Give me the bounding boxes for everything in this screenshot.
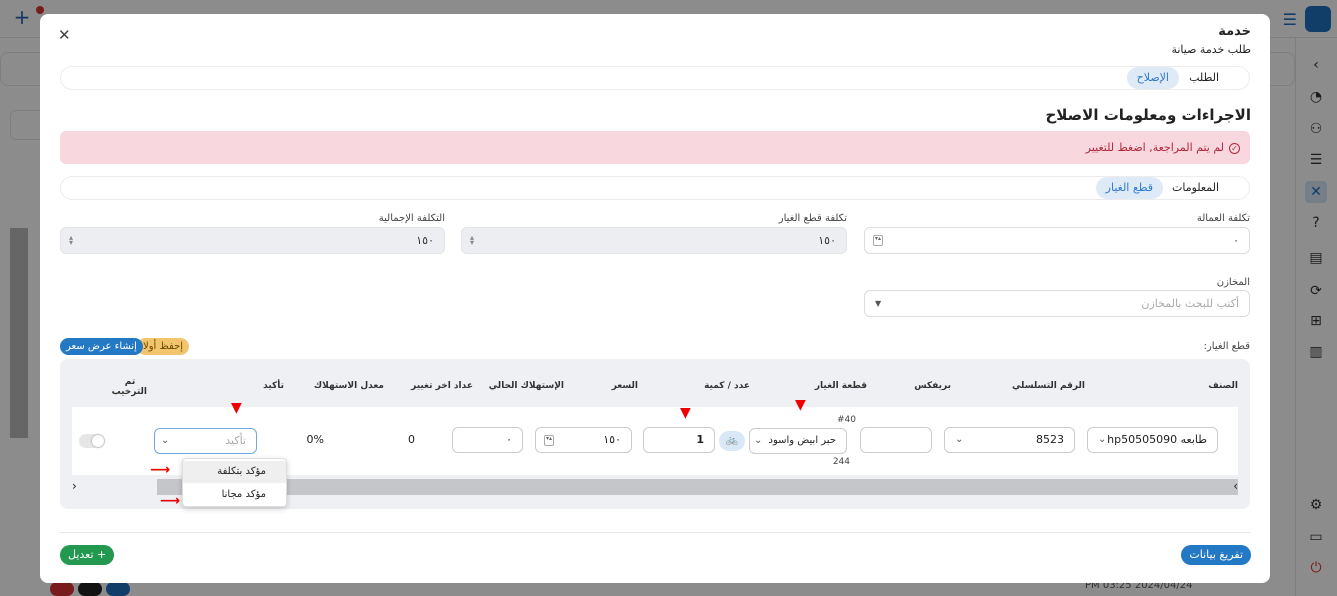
unload-data-button[interactable]: تفريغ بيانات xyxy=(1181,545,1251,565)
edit-button[interactable]: + تعديل xyxy=(60,545,115,565)
footer-divider xyxy=(60,532,1250,533)
modal-subtitle: طلب خدمة صيانة xyxy=(1171,43,1251,56)
service-modal: ✕ خدمة طلب خدمة صيانة الطلب الإصلاح الاج… xyxy=(40,14,1270,583)
prefix-input[interactable] xyxy=(860,427,932,453)
bicycle-icon[interactable]: 🚲 xyxy=(719,431,745,451)
consumption-rate-value: 0% xyxy=(306,433,324,446)
stepper-icon: ▴ ▾ xyxy=(470,233,475,247)
col-current-consumption: الإستهلاك الحالي xyxy=(488,381,564,391)
col-price: السعر xyxy=(611,381,638,391)
option-confirmed-free[interactable]: مؤكد مجانا xyxy=(183,484,286,506)
chevron-down-icon: ⌄ xyxy=(955,434,964,445)
tab-spare-parts[interactable]: قطع الغيار xyxy=(1095,177,1163,199)
chevron-down-icon: ⌄ xyxy=(754,435,763,446)
total-cost-input[interactable]: ١٥٠ ▴ ▾ xyxy=(60,227,445,254)
col-prefix: بريفكس xyxy=(914,381,951,391)
create-quote-button[interactable]: إنشاء عرض سعر xyxy=(60,338,143,355)
col-part: قطعة الغيار xyxy=(814,381,867,391)
confirm-dropdown: مؤكد بتكلفة مؤكد مجانا xyxy=(182,458,287,507)
parts-cost-input[interactable]: ١٥٠ ▴ ▾ xyxy=(461,227,847,254)
stepper-icon: ▴ ▾ xyxy=(69,233,74,247)
installed-toggle[interactable] xyxy=(79,434,105,448)
part-select[interactable]: حبر ابيض واسود ⌄ xyxy=(749,428,847,454)
labor-cost-input[interactable]: ٠ ▴▾ xyxy=(864,227,1250,254)
col-confirm: تأكيد xyxy=(263,381,284,391)
stepper-icon[interactable]: ▴▾ xyxy=(873,235,883,246)
alert-text: لم يتم المراجعة, اضغط للتغيير xyxy=(1085,141,1224,154)
parts-cost-label: تكلفة قطع الغيار xyxy=(778,213,847,224)
col-serial: الرقم التسلسلي xyxy=(1011,381,1085,391)
col-last-counter: عداد اخر تغيير xyxy=(411,381,473,391)
annotation-arrow-down-icon: ▼ xyxy=(680,405,691,421)
labor-cost-label: تكلفة العمالة xyxy=(1196,213,1250,224)
annotation-arrow-down-icon: ▼ xyxy=(231,400,242,416)
inner-tabs: المعلومات قطع الغيار xyxy=(60,176,1250,200)
tab-info[interactable]: المعلومات xyxy=(1162,177,1229,199)
modal-title: خدمة xyxy=(1218,24,1251,39)
category-select[interactable]: طابعه hp50505090 ⌄ xyxy=(1087,427,1218,453)
annotation-arrow-right-icon: ⟶ xyxy=(160,493,181,509)
scroll-left-icon[interactable]: ‹ xyxy=(72,479,77,493)
current-consumption-input[interactable]: ٠ xyxy=(452,427,523,453)
stores-label: المخازن xyxy=(1216,277,1250,288)
total-cost-label: التكلفة الإجمالية xyxy=(378,213,445,224)
main-tabs: الطلب الإصلاح xyxy=(60,66,1250,90)
spare-parts-label: قطع الغيار: xyxy=(1203,341,1250,352)
review-alert[interactable]: ✓ لم يتم المراجعة, اضغط للتغيير xyxy=(60,131,1250,164)
tab-repair[interactable]: الإصلاح xyxy=(1126,67,1179,89)
chevron-down-icon: ⌄ xyxy=(161,435,170,446)
part-stock: 244 xyxy=(832,457,850,467)
section-title: الاجراءات ومعلومات الاصلاح xyxy=(1045,106,1251,124)
col-category: الصنف xyxy=(1208,381,1238,391)
serial-select[interactable]: 8523 ⌄ xyxy=(944,427,1075,453)
scroll-track[interactable] xyxy=(157,479,1238,495)
option-confirmed-cost[interactable]: مؤكد بتكلفة xyxy=(183,461,286,483)
close-icon[interactable]: ✕ xyxy=(58,26,71,44)
chevron-down-icon: ⌄ xyxy=(1098,434,1107,445)
col-installed: تم الترخيب xyxy=(111,377,147,397)
col-consumption-rate: معدل الاستهلاك xyxy=(313,381,384,391)
save-first-button[interactable]: إحفظ أولا xyxy=(137,338,189,355)
part-code: #40 xyxy=(837,415,856,425)
caret-down-icon: ▼ xyxy=(875,299,882,308)
col-qty: عدد / كمية xyxy=(704,381,750,391)
price-input[interactable]: ١٥٠ ▴▾ xyxy=(535,427,632,453)
qty-input[interactable]: 1 xyxy=(643,427,715,453)
scroll-right-icon[interactable]: › xyxy=(1233,479,1238,493)
annotation-arrow-down-icon: ▼ xyxy=(795,397,806,413)
annotation-arrow-right-icon: ⟶ xyxy=(150,462,171,478)
confirm-select[interactable]: تأكيد ⌄ xyxy=(154,428,257,454)
stores-select[interactable]: أكتب للبحث بالمخازن ▼ xyxy=(864,290,1250,317)
tab-request[interactable]: الطلب xyxy=(1179,67,1229,89)
stepper-icon[interactable]: ▴▾ xyxy=(544,435,554,446)
last-counter-value: 0 xyxy=(408,433,415,446)
check-circle-icon: ✓ xyxy=(1229,142,1240,154)
